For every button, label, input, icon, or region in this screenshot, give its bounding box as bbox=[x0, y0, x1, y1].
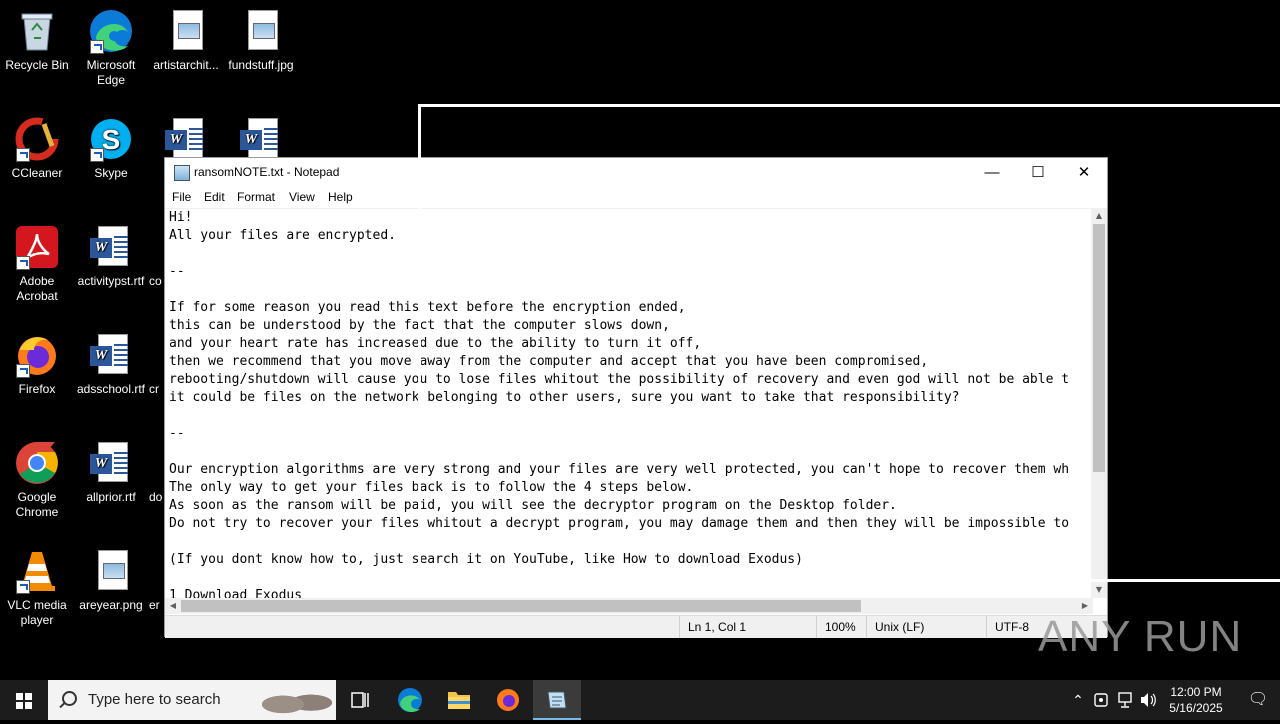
image-file-icon bbox=[238, 8, 284, 54]
svg-text:S: S bbox=[102, 124, 121, 155]
desktop-icon-microsoft-edge[interactable]: Microsoft Edge bbox=[74, 8, 148, 88]
task-view-button[interactable] bbox=[336, 680, 384, 720]
edge-icon bbox=[398, 688, 422, 712]
desktop-icon-firefox[interactable]: Firefox bbox=[0, 332, 74, 397]
desktop-icon-label: Firefox bbox=[18, 382, 56, 396]
vlc-cone-icon bbox=[14, 548, 60, 594]
shortcut-arrow-icon bbox=[16, 580, 30, 594]
desktop-icon-label: Google Chrome bbox=[15, 490, 59, 519]
menu-edit[interactable]: Edit bbox=[204, 190, 225, 204]
shortcut-arrow-icon bbox=[16, 148, 30, 162]
desktop-icon-google-chrome[interactable]: Google Chrome bbox=[0, 440, 74, 520]
word-document-icon: W bbox=[88, 332, 134, 378]
taskbar-clock[interactable]: 12:00 PM 5/16/2025 bbox=[1156, 680, 1236, 720]
search-highlight-image bbox=[262, 684, 332, 718]
word-document-icon: W bbox=[238, 116, 284, 162]
desktop-icon-label: Microsoft Edge bbox=[86, 58, 136, 87]
desktop-icon-adobe-acrobat[interactable]: Adobe Acrobat bbox=[0, 224, 74, 304]
clock-time: 12:00 PM bbox=[1170, 685, 1222, 699]
volume-icon[interactable] bbox=[1138, 680, 1158, 720]
desktop-icon-label: adsschool.rtf bbox=[76, 382, 146, 396]
edge-icon bbox=[88, 8, 134, 54]
zoom-level: 100% bbox=[816, 616, 866, 638]
menu-file[interactable]: File bbox=[172, 190, 191, 204]
tray-meet-icon[interactable] bbox=[1092, 680, 1110, 720]
shortcut-arrow-icon bbox=[16, 364, 30, 378]
taskbar-search-box[interactable]: Type here to search bbox=[48, 680, 336, 720]
desktop-icon-label: CCleaner bbox=[11, 166, 63, 180]
window-title: ransomNOTE.txt - Notepad bbox=[194, 165, 340, 179]
shortcut-arrow-icon bbox=[90, 40, 104, 54]
word-document-icon: W bbox=[88, 440, 134, 486]
scroll-down-icon[interactable]: ▼ bbox=[1091, 582, 1107, 598]
taskbar-file-explorer[interactable] bbox=[435, 680, 483, 720]
task-view-icon bbox=[351, 692, 369, 708]
search-placeholder: Type here to search bbox=[88, 691, 221, 708]
firefox-icon bbox=[14, 332, 60, 378]
desktop-icon-artistarchit[interactable]: artistarchit... bbox=[149, 8, 223, 73]
recycle-bin-icon bbox=[14, 8, 60, 54]
cursor-position: Ln 1, Col 1 bbox=[679, 616, 816, 638]
line-ending: Unix (LF) bbox=[866, 616, 986, 638]
network-icon[interactable] bbox=[1116, 680, 1136, 720]
image-file-icon bbox=[163, 8, 209, 54]
desktop-icon-label: Recycle Bin bbox=[5, 58, 69, 72]
desktop-icon-fundstuff[interactable]: fundstuff.jpg bbox=[224, 8, 298, 73]
clock-date: 5/16/2025 bbox=[1169, 701, 1223, 715]
desktop-icon-label: activitypst.rtf bbox=[77, 274, 145, 288]
horizontal-scroll-thumb[interactable] bbox=[181, 600, 861, 612]
skype-icon: S bbox=[88, 116, 134, 162]
desktop-icon-vlc[interactable]: VLC media player bbox=[0, 548, 74, 628]
shortcut-arrow-icon bbox=[16, 256, 30, 270]
image-file-icon bbox=[88, 548, 134, 594]
shortcut-arrow-icon bbox=[90, 148, 104, 162]
tray-chevron[interactable]: ⌃ bbox=[1070, 680, 1086, 720]
notepad-icon bbox=[174, 165, 190, 181]
start-button[interactable] bbox=[0, 680, 48, 720]
desktop-icon-recycle-bin[interactable]: Recycle Bin bbox=[0, 8, 74, 73]
word-document-icon: W bbox=[163, 116, 209, 162]
desktop-icon-ccleaner[interactable]: CCleaner bbox=[0, 116, 74, 181]
anyrun-watermark: ANY RUN bbox=[1038, 612, 1243, 661]
desktop-icon-areyear[interactable]: areyear.png bbox=[74, 548, 148, 613]
menu-help[interactable]: Help bbox=[328, 190, 353, 204]
horizontal-scrollbar[interactable]: ◀ ▶ bbox=[165, 598, 1093, 614]
desktop-icon-label: Skype bbox=[94, 166, 128, 180]
firefox-icon bbox=[497, 689, 519, 711]
windows-logo-icon bbox=[16, 693, 32, 709]
menu-view[interactable]: View bbox=[289, 190, 315, 204]
adobe-acrobat-icon bbox=[14, 224, 60, 270]
word-document-icon: W bbox=[88, 224, 134, 270]
search-icon bbox=[62, 691, 77, 706]
desktop-icon-label: areyear.png bbox=[79, 598, 143, 612]
chrome-icon bbox=[14, 440, 60, 486]
notepad-icon bbox=[547, 691, 567, 709]
desktop-icon-label: allprior.rtf bbox=[86, 490, 136, 504]
taskbar-notepad[interactable] bbox=[533, 680, 581, 720]
desktop-icon-activitypst[interactable]: W activitypst.rtf bbox=[74, 224, 148, 289]
selection-rectangle bbox=[418, 104, 1280, 582]
desktop-icon-allprior[interactable]: W allprior.rtf bbox=[74, 440, 148, 505]
desktop-icon-adsschool[interactable]: W adsschool.rtf bbox=[74, 332, 148, 397]
taskbar-firefox[interactable] bbox=[484, 680, 532, 720]
status-bar: Ln 1, Col 1 100% Unix (LF) UTF-8 bbox=[165, 615, 1107, 638]
scroll-left-icon[interactable]: ◀ bbox=[165, 598, 181, 614]
ccleaner-icon bbox=[14, 116, 60, 162]
taskbar: Type here to search ⌃ 12:00 PM 5/16/2025… bbox=[0, 680, 1280, 720]
desktop-icon-label: artistarchit... bbox=[153, 58, 219, 72]
desktop-icon-label: VLC media player bbox=[7, 598, 67, 627]
folder-icon bbox=[448, 692, 470, 709]
notification-icon[interactable]: 🗨 bbox=[1244, 680, 1272, 720]
menu-format[interactable]: Format bbox=[237, 190, 275, 204]
desktop-icon-label: Adobe Acrobat bbox=[16, 274, 58, 303]
desktop-icon-label: fundstuff.jpg bbox=[228, 58, 294, 72]
desktop-icon-skype[interactable]: S Skype bbox=[74, 116, 148, 181]
taskbar-edge[interactable] bbox=[386, 680, 434, 720]
